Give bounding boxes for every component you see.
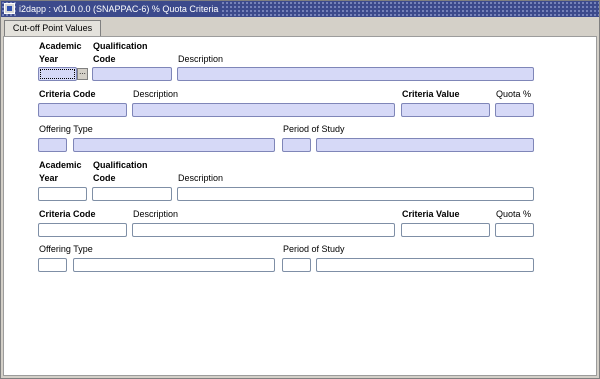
lov-button[interactable]: ... (77, 68, 88, 80)
criteria-code-field-2[interactable] (38, 223, 127, 237)
qualification-code-label-line2: Code (93, 54, 116, 64)
criteria-value-label-2: Criteria Value (402, 209, 460, 219)
criteria-code-label: Criteria Code (39, 89, 96, 99)
description-label: Description (178, 54, 224, 64)
criteria-description-field-2[interactable] (132, 223, 395, 237)
criteria-value-label: Criteria Value (402, 89, 460, 99)
academic-year-label-line1: Academic (39, 41, 82, 51)
quota-pct-field-2[interactable] (495, 223, 534, 237)
description-field-2[interactable] (177, 187, 534, 201)
academic-year-label-2-line2: Year (39, 173, 59, 183)
criteria-description-label: Description (133, 89, 179, 99)
criteria-code-label-2: Criteria Code (39, 209, 96, 219)
oracle-forms-icon (4, 3, 15, 14)
criteria-value-field[interactable] (401, 103, 490, 117)
period-of-study-label-2: Period of Study (283, 244, 345, 254)
period-of-study-description-field-2[interactable] (316, 258, 534, 272)
window-title: i2dapp : v01.0.0.0 (SNAPPAC-6) % Quota C… (17, 2, 222, 16)
period-of-study-label: Period of Study (283, 124, 345, 134)
qualification-code-field-2[interactable] (92, 187, 172, 201)
criteria-description-field[interactable] (132, 103, 395, 117)
period-of-study-description-field[interactable] (316, 138, 534, 152)
period-of-study-code-field[interactable] (282, 138, 311, 152)
offering-type-description-field-2[interactable] (73, 258, 275, 272)
academic-year-label-2-line1: Academic (39, 160, 82, 170)
offering-type-code-field-2[interactable] (38, 258, 67, 272)
tab-cut-off-point-values[interactable]: Cut-off Point Values (4, 20, 101, 36)
criteria-value-field-2[interactable] (401, 223, 490, 237)
title-bar: i2dapp : v01.0.0.0 (SNAPPAC-6) % Quota C… (1, 1, 599, 17)
criteria-code-field[interactable] (38, 103, 127, 117)
quota-pct-label: Quota % (496, 89, 532, 99)
quota-pct-label-2: Quota % (496, 209, 532, 219)
offering-type-description-field[interactable] (73, 138, 275, 152)
description-label-2: Description (178, 173, 224, 183)
offering-type-code-field[interactable] (38, 138, 67, 152)
quota-pct-field[interactable] (495, 103, 534, 117)
qualification-code-label-2-line2: Code (93, 173, 116, 183)
main-window: i2dapp : v01.0.0.0 (SNAPPAC-6) % Quota C… (0, 0, 600, 379)
offering-type-label: Offering Type (39, 124, 93, 134)
description-field[interactable] (177, 67, 534, 81)
academic-year-field[interactable] (38, 67, 77, 81)
qualification-code-field[interactable] (92, 67, 172, 81)
qualification-code-label-2-line1: Qualification (93, 160, 148, 170)
criteria-description-label-2: Description (133, 209, 179, 219)
period-of-study-code-field-2[interactable] (282, 258, 311, 272)
form-panel: Academic Year Qualification Code Descrip… (3, 36, 597, 376)
qualification-code-label-line1: Qualification (93, 41, 148, 51)
academic-year-field-2[interactable] (38, 187, 87, 201)
academic-year-label-line2: Year (39, 54, 59, 64)
offering-type-label-2: Offering Type (39, 244, 93, 254)
